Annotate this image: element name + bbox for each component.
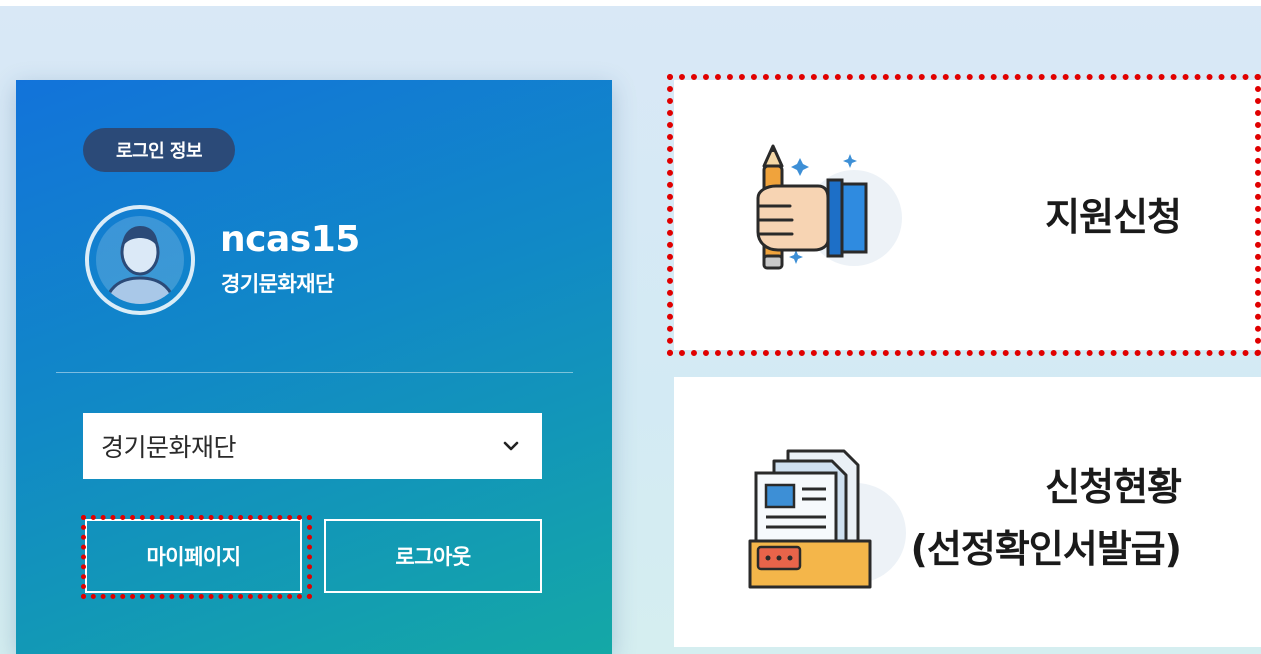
organization-select[interactable]: 경기문화재단 [83, 413, 542, 479]
login-info-badge: 로그인 정보 [83, 128, 235, 172]
mypage-button[interactable]: 마이페이지 [85, 519, 302, 593]
login-panel: 로그인 정보 ncas15 경기문화재단 경기문화재단 마이페이지 로그아웃 [16, 80, 612, 654]
documents-icon [748, 449, 906, 589]
divider [56, 372, 573, 373]
apply-card[interactable]: 지원신청 [674, 80, 1261, 350]
hand-pencil-icon [756, 144, 902, 270]
user-organization: 경기문화재단 [221, 272, 334, 296]
status-card[interactable]: 신청현황 (선정확인서발급) [674, 377, 1261, 647]
user-id: ncas15 [220, 219, 360, 260]
organization-select-value: 경기문화재단 [101, 433, 237, 462]
chevron-down-icon [503, 441, 519, 451]
status-card-title: 신청현황 [1045, 465, 1182, 509]
status-card-subtitle: (선정확인서발급) [910, 527, 1182, 571]
logout-button[interactable]: 로그아웃 [324, 519, 542, 593]
top-strip [0, 0, 1261, 6]
user-avatar-icon [85, 205, 195, 315]
apply-card-title: 지원신청 [1045, 195, 1182, 239]
